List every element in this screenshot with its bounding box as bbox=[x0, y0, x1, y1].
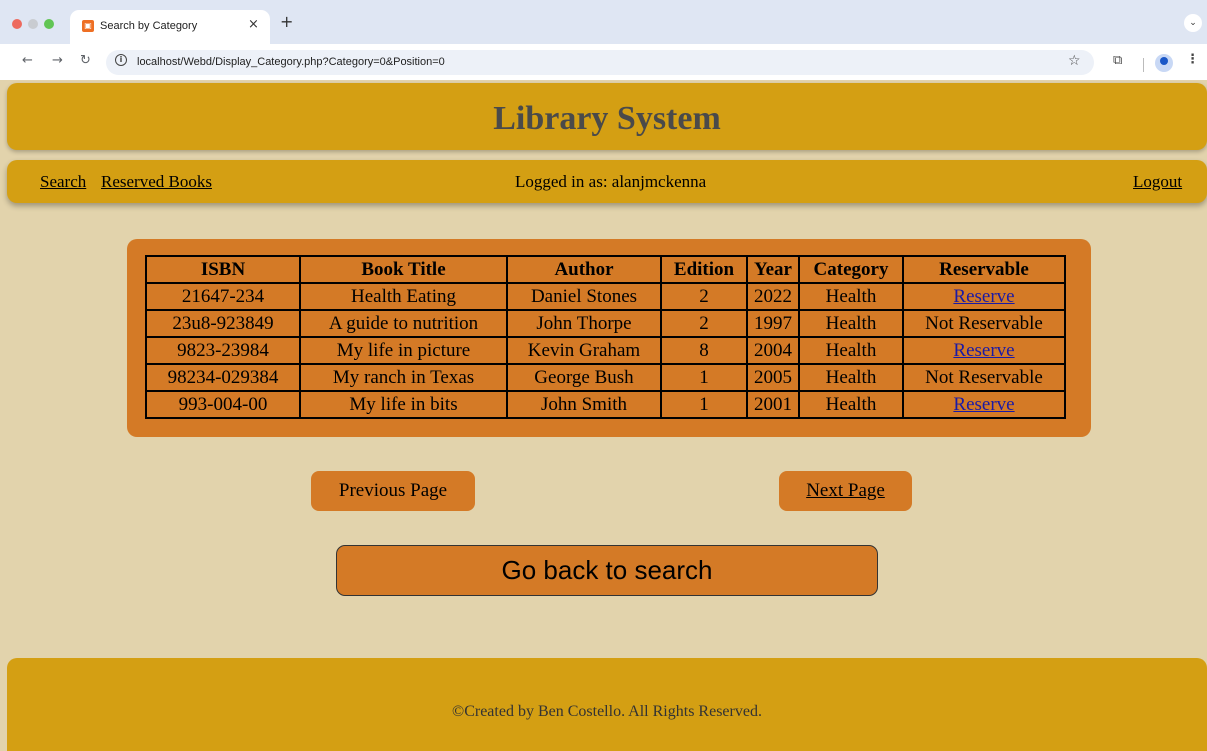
reservable-cell: Not Reservable bbox=[902, 363, 1066, 392]
category-cell: Health bbox=[798, 282, 904, 311]
category-cell: Health bbox=[798, 336, 904, 365]
year-cell: 2001 bbox=[746, 390, 800, 419]
browser-tab-bar: ▣ Search by Category × + ⌄ bbox=[0, 0, 1207, 44]
forward-arrow-icon[interactable]: → bbox=[52, 53, 63, 69]
nav-bar: Search Reserved Books Logged in as: alan… bbox=[7, 160, 1207, 203]
toolbar-divider bbox=[1143, 58, 1144, 72]
profile-avatar-icon[interactable] bbox=[1155, 54, 1173, 72]
tab-close-icon[interactable]: × bbox=[248, 17, 259, 33]
reserve-link[interactable]: Reserve bbox=[953, 286, 1014, 307]
footer-copyright: ©Created by Ben Costello. All Rights Res… bbox=[452, 703, 762, 720]
author-cell: John Smith bbox=[506, 390, 662, 419]
nav-logout-link[interactable]: Logout bbox=[1133, 172, 1182, 192]
isbn-cell: 98234-029384 bbox=[145, 363, 301, 392]
reserve-link[interactable]: Reserve bbox=[953, 394, 1014, 415]
category-cell: Health bbox=[798, 363, 904, 392]
table-row: 9823-23984 My life in picture Kevin Grah… bbox=[145, 336, 1066, 365]
category-cell: Health bbox=[798, 390, 904, 419]
author-cell: Daniel Stones bbox=[506, 282, 662, 311]
column-header-edition: Edition bbox=[660, 255, 748, 284]
site-info-icon[interactable]: i bbox=[115, 54, 127, 66]
site-header: Library System bbox=[7, 83, 1207, 150]
back-arrow-icon[interactable]: ← bbox=[22, 53, 33, 69]
extensions-puzzle-icon[interactable]: ⧉ bbox=[1113, 53, 1122, 69]
isbn-cell: 9823-23984 bbox=[145, 336, 301, 365]
edition-cell: 1 bbox=[660, 363, 748, 392]
window-maximize-button[interactable] bbox=[44, 19, 54, 29]
year-cell: 1997 bbox=[746, 309, 800, 338]
reservable-cell: Reserve bbox=[902, 282, 1066, 311]
author-cell: George Bush bbox=[506, 363, 662, 392]
browser-tab[interactable]: ▣ Search by Category × bbox=[70, 10, 270, 44]
window-close-button[interactable] bbox=[12, 19, 22, 29]
column-header-year: Year bbox=[746, 255, 800, 284]
isbn-cell: 993-004-00 bbox=[145, 390, 301, 419]
title-cell: A guide to nutrition bbox=[299, 309, 508, 338]
year-cell: 2022 bbox=[746, 282, 800, 311]
edition-cell: 2 bbox=[660, 282, 748, 311]
nav-reserved-books-link[interactable]: Reserved Books bbox=[101, 172, 212, 192]
books-table: ISBN Book Title Author Edition Year Cate… bbox=[145, 255, 1066, 419]
year-cell: 2005 bbox=[746, 363, 800, 392]
bookmark-star-icon[interactable]: ☆ bbox=[1068, 53, 1081, 69]
title-cell: My life in picture bbox=[299, 336, 508, 365]
previous-page-button[interactable]: Previous Page bbox=[311, 471, 475, 511]
isbn-cell: 21647-234 bbox=[145, 282, 301, 311]
reload-icon[interactable]: ↻ bbox=[80, 53, 91, 69]
logged-in-status: Logged in as: alanjmckenna bbox=[515, 172, 707, 191]
column-header-title: Book Title bbox=[299, 255, 508, 284]
reserve-link[interactable]: Reserve bbox=[953, 340, 1014, 361]
author-cell: John Thorpe bbox=[506, 309, 662, 338]
column-header-author: Author bbox=[506, 255, 662, 284]
window-minimize-button[interactable] bbox=[28, 19, 38, 29]
browser-toolbar: ← → ↻ i localhost/Webd/Display_Category.… bbox=[0, 44, 1207, 80]
edition-cell: 8 bbox=[660, 336, 748, 365]
edition-cell: 2 bbox=[660, 309, 748, 338]
author-cell: Kevin Graham bbox=[506, 336, 662, 365]
next-page-button[interactable]: Next Page bbox=[779, 471, 912, 511]
reservable-cell: Reserve bbox=[902, 390, 1066, 419]
title-cell: My ranch in Texas bbox=[299, 363, 508, 392]
url-text[interactable]: localhost/Webd/Display_Category.php?Cate… bbox=[137, 55, 445, 69]
new-tab-icon[interactable]: + bbox=[280, 13, 293, 31]
site-title: Library System bbox=[493, 100, 721, 137]
table-header-row: ISBN Book Title Author Edition Year Cate… bbox=[145, 255, 1066, 284]
title-cell: My life in bits bbox=[299, 390, 508, 419]
tab-title: Search by Category bbox=[100, 20, 198, 32]
category-cell: Health bbox=[798, 309, 904, 338]
tab-search-chevron-icon[interactable]: ⌄ bbox=[1184, 14, 1202, 32]
title-cell: Health Eating bbox=[299, 282, 508, 311]
column-header-reservable: Reservable bbox=[902, 255, 1066, 284]
column-header-category: Category bbox=[798, 255, 904, 284]
column-header-isbn: ISBN bbox=[145, 255, 301, 284]
nav-search-link[interactable]: Search bbox=[40, 172, 86, 192]
edition-cell: 1 bbox=[660, 390, 748, 419]
table-row: 98234-029384 My ranch in Texas George Bu… bbox=[145, 363, 1066, 392]
address-bar[interactable]: i localhost/Webd/Display_Category.php?Ca… bbox=[106, 50, 1094, 75]
site-footer: ©Created by Ben Costello. All Rights Res… bbox=[7, 658, 1207, 751]
reservable-cell: Not Reservable bbox=[902, 309, 1066, 338]
table-row: 23u8-923849 A guide to nutrition John Th… bbox=[145, 309, 1066, 338]
favicon-icon: ▣ bbox=[82, 20, 94, 32]
table-row: 21647-234 Health Eating Daniel Stones 2 … bbox=[145, 282, 1066, 311]
table-row: 993-004-00 My life in bits John Smith 1 … bbox=[145, 390, 1066, 419]
year-cell: 2004 bbox=[746, 336, 800, 365]
back-to-search-button[interactable]: Go back to search bbox=[336, 545, 878, 596]
isbn-cell: 23u8-923849 bbox=[145, 309, 301, 338]
more-menu-icon[interactable]: ⋮ bbox=[1186, 52, 1199, 68]
reservable-cell: Reserve bbox=[902, 336, 1066, 365]
